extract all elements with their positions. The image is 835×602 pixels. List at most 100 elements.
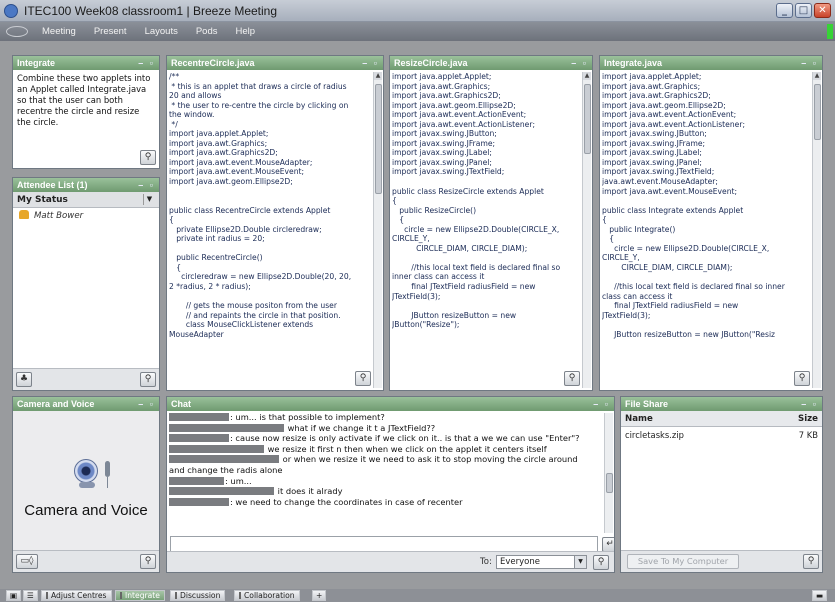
pod-menu-icon[interactable]: – ▫ — [362, 56, 379, 70]
menu-pods[interactable]: Pods — [196, 26, 218, 37]
redacted-sender — [169, 455, 279, 464]
camera-options-button[interactable]: ⚲ — [140, 554, 156, 569]
layout-tab-bar: ▣ ☰ Adjust Centres Integrate Discussion … — [0, 589, 835, 602]
send-message-button[interactable]: ↵ — [602, 537, 614, 552]
code-options-button[interactable]: ⚲ — [564, 371, 580, 386]
layout-menu-icon[interactable]: ☰ — [23, 590, 38, 601]
pod-menu-icon[interactable]: – ▫ — [571, 56, 588, 70]
chat-message-text: : we need to change the coordinates in c… — [230, 496, 463, 507]
vertical-scrollbar[interactable]: ▲ — [812, 72, 821, 388]
menu-help[interactable]: Help — [236, 26, 256, 37]
pod-menu-icon[interactable]: – ▫ — [593, 397, 610, 411]
scroll-up-icon[interactable]: ▲ — [374, 72, 382, 80]
chat-message: what if we change it t a JTextField?? — [169, 423, 602, 434]
chat-message: : um... — [169, 476, 602, 487]
code-options-button[interactable]: ⚲ — [355, 371, 371, 386]
app-icon — [4, 3, 18, 18]
grip-icon — [46, 592, 48, 599]
pod-body: /** * this is an applet that draws a cir… — [167, 70, 383, 390]
integrate-code-pod: Integrate.java – ▫ import java.applet.Ap… — [599, 55, 823, 391]
pod-header: File Share – ▫ — [621, 397, 822, 411]
pod-body: Camera and Voice ▭◊ ⚲ — [13, 411, 159, 572]
maximize-button[interactable]: □ — [795, 3, 812, 18]
pod-title: ResizeCircle.java — [394, 58, 468, 68]
resize-circle-code-pod: ResizeCircle.java – ▫ import java.applet… — [389, 55, 593, 391]
chat-message: or when we resize it we need to ask it t… — [169, 454, 602, 465]
pod-menu-icon[interactable]: – ▫ — [801, 56, 818, 70]
scroll-thumb[interactable] — [606, 473, 613, 493]
menu-present[interactable]: Present — [94, 26, 127, 37]
pod-footer: ▭◊ ⚲ — [13, 550, 159, 572]
layout-panel-toggle-icon[interactable]: ▬ — [812, 590, 828, 601]
chevron-down-icon[interactable]: ▼ — [143, 194, 155, 205]
recipient-select[interactable]: Everyone ▼ — [496, 555, 587, 569]
code-options-button[interactable]: ⚲ — [794, 371, 810, 386]
tab-collaboration[interactable]: Collaboration — [234, 590, 300, 601]
pod-menu-icon[interactable]: – ▫ — [138, 397, 155, 411]
pod-menu-icon[interactable]: – ▫ — [138, 178, 155, 192]
scroll-up-icon[interactable]: ▲ — [813, 72, 821, 80]
attendee-options-button[interactable]: ⚲ — [140, 372, 156, 387]
vertical-scrollbar[interactable]: ▲ — [373, 72, 382, 388]
to-label: To: — [480, 557, 492, 567]
webcam-icon — [74, 459, 98, 483]
file-row[interactable]: circletasks.zip 7 KB — [621, 427, 822, 443]
file-share-options-button[interactable]: ⚲ — [803, 554, 819, 569]
name-column-header[interactable]: Name — [625, 414, 653, 424]
menu-layouts[interactable]: Layouts — [145, 26, 178, 37]
menu-meeting[interactable]: Meeting — [42, 26, 76, 37]
minimize-button[interactable]: _ — [776, 3, 793, 18]
integrate-notes-pod: Integrate – ▫ Combine these two applets … — [12, 55, 160, 169]
window-title: ITEC100 Week08 classroom1 | Breeze Meeti… — [24, 3, 278, 18]
chat-footer: To: Everyone ▼ ⚲ — [167, 551, 614, 572]
scroll-thumb[interactable] — [375, 84, 382, 194]
chat-scrollbar[interactable] — [604, 413, 613, 533]
redacted-sender — [169, 497, 229, 506]
chat-message-input[interactable] — [170, 536, 598, 552]
redacted-sender — [169, 413, 229, 421]
scroll-up-icon[interactable]: ▲ — [583, 72, 591, 80]
microphone-stand — [107, 477, 108, 488]
microphone-icon — [105, 461, 110, 477]
pod-menu-icon[interactable]: – ▫ — [801, 397, 818, 411]
tab-label: Adjust Centres — [51, 591, 107, 600]
chevron-down-icon[interactable]: ▼ — [574, 556, 586, 568]
chat-message-text: and change the radis alone — [169, 464, 283, 475]
chat-message-text: what if we change it t a JTextField?? — [285, 422, 436, 433]
breeze-logo-icon — [6, 26, 28, 37]
chat-options-button[interactable]: ⚲ — [593, 555, 609, 570]
grip-icon — [239, 592, 241, 599]
chat-message-text: we resize it first n then when we click … — [265, 443, 547, 454]
tab-integrate[interactable]: Integrate — [115, 590, 165, 601]
size-column-header[interactable]: Size — [798, 411, 818, 427]
connection-status-indicator — [827, 24, 833, 39]
redacted-sender — [169, 487, 274, 496]
camera-start-button[interactable]: ▭◊ — [16, 554, 38, 569]
close-button[interactable]: ✕ — [814, 3, 831, 18]
attendee-role-icon[interactable]: ♣ — [16, 372, 32, 387]
redacted-sender — [169, 444, 264, 453]
redacted-sender — [169, 423, 284, 432]
vertical-scrollbar[interactable]: ▲ — [582, 72, 591, 388]
scroll-thumb[interactable] — [814, 84, 821, 140]
pod-menu-icon[interactable]: – ▫ — [138, 56, 155, 70]
pod-body: Name Size circletasks.zip 7 KB Save To M… — [621, 411, 822, 572]
pod-header: Chat – ▫ — [167, 397, 614, 411]
add-layout-button[interactable]: + — [312, 590, 327, 601]
chat-message-text: : cause now resize is only activate if w… — [230, 433, 580, 444]
attendee-row[interactable]: Matt Bower — [13, 208, 159, 224]
tab-adjust-centres[interactable]: Adjust Centres — [41, 590, 112, 601]
chat-message-text: : um... is that possible to implement? — [230, 412, 385, 422]
pod-title: Camera and Voice — [17, 399, 95, 409]
save-to-computer-button[interactable]: Save To My Computer — [627, 554, 739, 569]
my-status-header[interactable]: My Status ▼ — [13, 192, 159, 208]
layout-grid-icon[interactable]: ▣ — [6, 590, 22, 601]
pod-body: : um... is that possible to implement? w… — [167, 411, 614, 572]
my-status-label: My Status — [17, 195, 68, 205]
file-list-header: Name Size — [621, 411, 822, 427]
notes-options-button[interactable]: ⚲ — [140, 150, 156, 165]
notes-text: Combine these two applets into an Applet… — [17, 73, 151, 127]
scroll-thumb[interactable] — [584, 84, 591, 154]
tab-label: Collaboration — [244, 591, 295, 600]
tab-discussion[interactable]: Discussion — [170, 590, 226, 601]
